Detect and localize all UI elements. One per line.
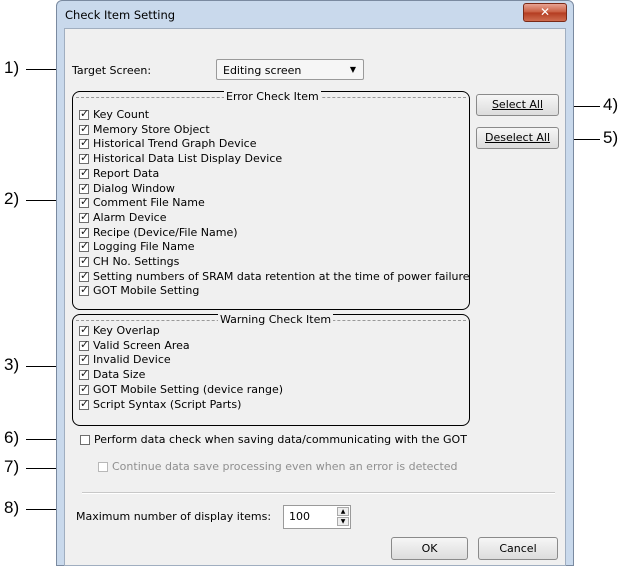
error-item-checkbox[interactable] [79, 254, 89, 267]
title-bar: Check Item Setting ✕ [57, 1, 573, 27]
ok-button[interactable]: OK [391, 537, 468, 560]
error-item-checkbox[interactable] [79, 166, 89, 179]
callout-8: 8) [4, 498, 20, 517]
error-item-label: Logging File Name [93, 240, 195, 254]
error-item-label: Comment File Name [93, 196, 205, 210]
target-screen-value: Editing screen [223, 64, 302, 77]
continue-save-label: Continue data save processing even when … [112, 460, 458, 473]
warning-item-label: Key Overlap [93, 324, 160, 337]
perform-data-check-label: Perform data check when saving data/comm… [94, 433, 467, 446]
error-item-label: Dialog Window [93, 181, 175, 195]
warning-item-checkbox[interactable] [79, 382, 89, 395]
error-item-label: Alarm Device [93, 210, 167, 224]
error-item-checkbox[interactable] [79, 225, 89, 238]
warning-item-checkbox[interactable] [79, 352, 89, 366]
error-item-checkbox[interactable] [79, 283, 89, 297]
check-item-setting-dialog: Check Item Setting ✕ Target Screen: Edit… [56, 0, 574, 566]
warning-item-checkbox[interactable] [79, 367, 89, 381]
error-item-label: Setting numbers of SRAM data retention a… [93, 269, 470, 283]
callout-5: 5) [603, 128, 619, 147]
warning-item-checkbox[interactable] [79, 338, 89, 351]
continue-save-checkbox[interactable] [98, 462, 108, 472]
callout-1: 1) [4, 58, 20, 77]
error-item-checkbox[interactable] [79, 210, 89, 223]
error-item-checkbox[interactable] [79, 269, 89, 282]
close-button[interactable]: ✕ [523, 3, 567, 22]
warning-item-label: GOT Mobile Setting (device range) [93, 382, 284, 396]
callout-2: 2) [4, 189, 20, 208]
error-item-label: GOT Mobile Setting [93, 284, 200, 298]
spin-up-icon[interactable]: ▲ [337, 507, 349, 516]
separator [82, 492, 555, 494]
chevron-down-icon: ▼ [349, 65, 356, 74]
error-item-label: Historical Trend Graph Device [93, 137, 257, 151]
select-all-button[interactable]: Select All [476, 94, 559, 116]
spin-down-icon[interactable]: ▼ [337, 517, 349, 526]
error-item-checkbox[interactable] [79, 122, 89, 135]
error-item-label: Key Count [93, 108, 150, 121]
max-display-items-label: Maximum number of display items: [76, 510, 272, 523]
error-item-label: CH No. Settings [93, 255, 180, 268]
callout-7: 7) [4, 457, 20, 476]
error-item-checkbox[interactable] [79, 195, 89, 209]
target-screen-dropdown[interactable]: Editing screen ▼ [216, 59, 364, 80]
warning-item-label: Invalid Device [93, 353, 171, 367]
error-item-checkbox[interactable] [79, 239, 89, 253]
deselect-all-button[interactable]: Deselect All [476, 127, 559, 149]
callout-4: 4) [603, 95, 619, 114]
error-item-label: Memory Store Object [93, 122, 210, 136]
error-item-checkbox[interactable] [79, 107, 89, 120]
warning-item-label: Valid Screen Area [93, 338, 190, 352]
dialog-title: Check Item Setting [65, 8, 176, 22]
error-item-label: Report Data [93, 166, 160, 180]
warning-item-checkbox[interactable] [79, 323, 89, 336]
warning-check-caption: Warning Check Item [218, 313, 334, 326]
max-display-items-value: 100 [289, 510, 310, 523]
warning-item-label: Script Syntax (Script Parts) [93, 397, 242, 411]
warning-item-checkbox[interactable] [79, 397, 89, 410]
error-item-checkbox[interactable] [79, 181, 89, 194]
error-item-checkbox[interactable] [79, 136, 89, 150]
cancel-button[interactable]: Cancel [478, 537, 558, 560]
error-item-label: Historical Data List Display Device [93, 152, 283, 166]
callout-6: 6) [4, 428, 20, 447]
error-item-checkbox[interactable] [79, 151, 89, 165]
error-item-label: Recipe (Device/File Name) [93, 225, 238, 239]
perform-data-check-checkbox[interactable] [80, 435, 90, 445]
target-screen-label: Target Screen: [72, 64, 152, 77]
max-display-items-spinner[interactable]: 100 ▲ ▼ [283, 505, 351, 529]
callout-3: 3) [4, 355, 20, 374]
warning-item-label: Data Size [93, 368, 146, 382]
error-check-caption: Error Check Item [224, 90, 321, 103]
